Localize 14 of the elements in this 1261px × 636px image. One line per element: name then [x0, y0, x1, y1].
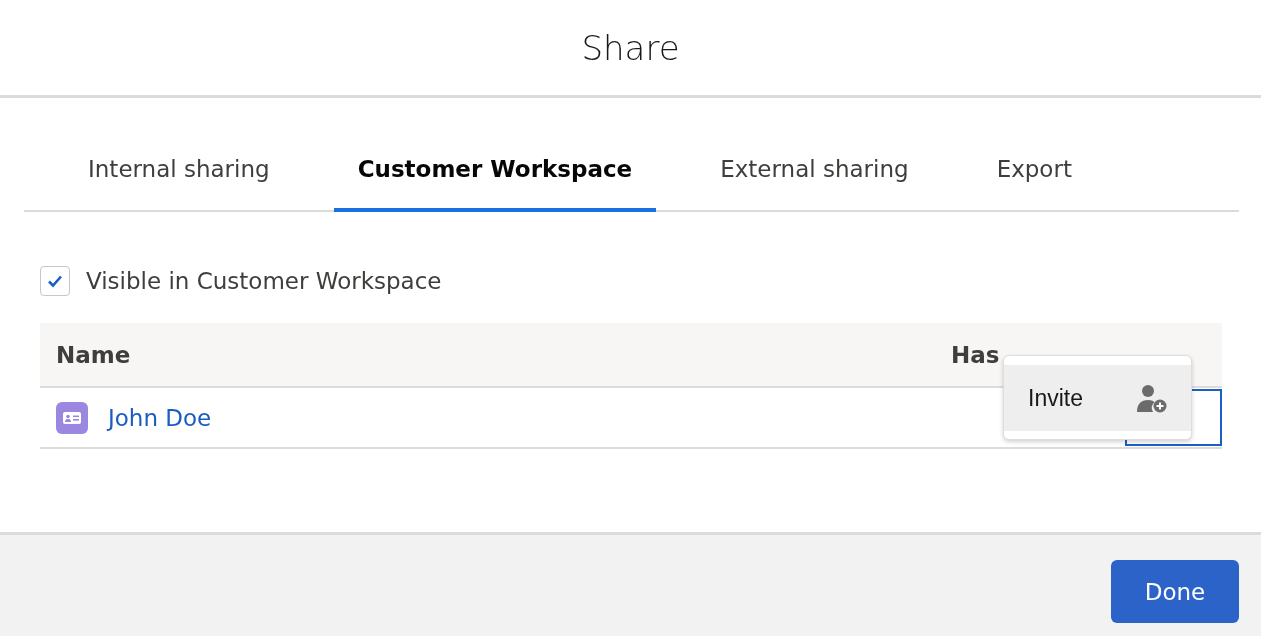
done-button[interactable]: Done [1111, 560, 1239, 623]
contact-card-icon [56, 401, 88, 434]
menu-item[interactable]: Invite [1004, 365, 1191, 431]
add-user-icon [1135, 382, 1167, 414]
checkmark-icon [47, 273, 63, 289]
tab[interactable]: External sharing [696, 152, 933, 212]
tab[interactable]: Export [972, 152, 1096, 212]
column-header: Name [40, 323, 935, 387]
checkbox[interactable] [40, 266, 70, 296]
contact-link[interactable]: John Doe [108, 404, 212, 431]
tab[interactable]: Internal sharing [64, 152, 294, 212]
dialog-title: Share [581, 27, 680, 68]
tab[interactable]: Customer Workspace [333, 152, 657, 212]
checkbox-label: Visible in Customer Workspace [86, 268, 442, 294]
